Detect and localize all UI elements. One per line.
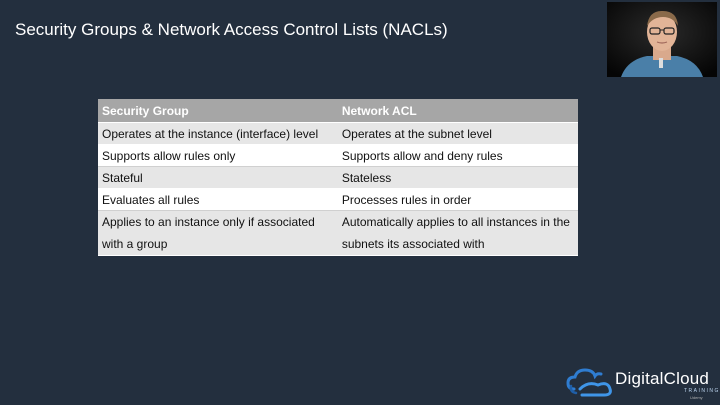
cell-security-group: Evaluates all rules <box>98 188 338 211</box>
digitalcloud-logo: DigitalCloud TRAINING Udemy <box>566 364 718 400</box>
logo-subtitle: TRAINING <box>684 388 720 394</box>
presenter-image <box>607 2 717 77</box>
comparison-table: Security Group Network ACL Operates at t… <box>98 99 578 256</box>
slide-title: Security Groups & Network Access Control… <box>15 20 448 39</box>
table-header-row: Security Group Network ACL <box>98 99 578 123</box>
udemy-watermark: Udemy <box>690 395 703 400</box>
cell-network-acl: Processes rules in order <box>337 188 578 211</box>
logo-wordmark: DigitalCloud <box>615 369 710 388</box>
table-row: Operates at the instance (interface) lev… <box>98 122 578 145</box>
table-row: Supports allow rules only Supports allow… <box>98 144 578 167</box>
table-row: Evaluates all rules Processes rules in o… <box>98 188 578 211</box>
header-network-acl: Network ACL <box>337 99 578 123</box>
cell-network-acl: Operates at the subnet level <box>337 122 578 145</box>
cell-security-group: Applies to an instance only if associate… <box>98 210 338 256</box>
presenter-webcam <box>607 2 717 77</box>
cell-security-group: Operates at the instance (interface) lev… <box>98 122 338 145</box>
cell-network-acl: Supports allow and deny rules <box>337 144 578 167</box>
cell-network-acl: Automatically applies to all instances i… <box>337 210 578 256</box>
cell-security-group: Supports allow rules only <box>98 144 338 167</box>
table-row: Applies to an instance only if associate… <box>98 210 578 256</box>
cell-security-group: Stateful <box>98 166 338 189</box>
cell-network-acl: Stateless <box>337 166 578 189</box>
table-row: Stateful Stateless <box>98 166 578 189</box>
header-security-group: Security Group <box>98 99 338 123</box>
cloud-logo-icon <box>566 368 612 397</box>
